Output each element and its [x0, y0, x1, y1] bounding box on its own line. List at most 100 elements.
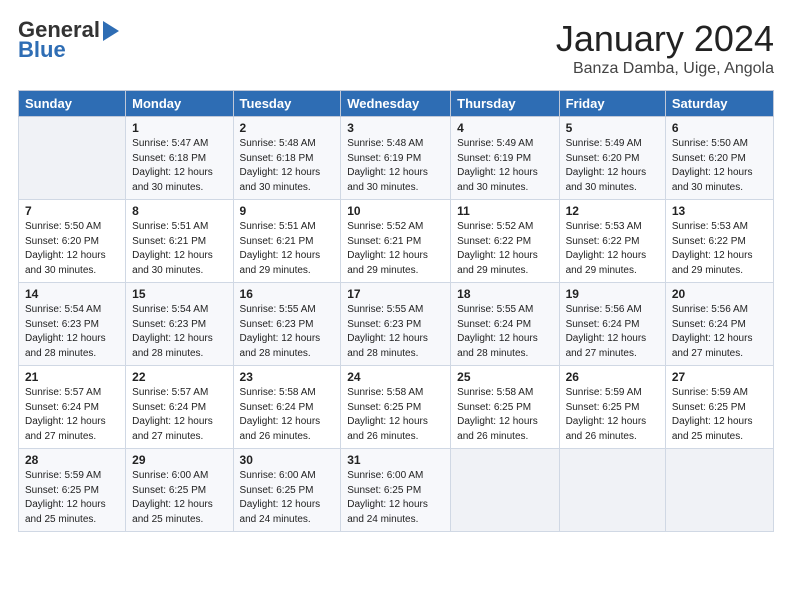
calendar-cell: 17 Sunrise: 5:55 AM Sunset: 6:23 PM Dayli…: [341, 283, 451, 366]
day-info: Sunrise: 5:49 AM Sunset: 6:19 PM Dayligh…: [457, 137, 552, 195]
logo-blue: Blue: [18, 38, 66, 62]
calendar-cell: 18 Sunrise: 5:55 AM Sunset: 6:24 PM Dayli…: [451, 283, 559, 366]
day-info: Sunrise: 5:51 AM Sunset: 6:21 PM Dayligh…: [240, 220, 335, 278]
day-info: Sunrise: 5:47 AM Sunset: 6:18 PM Dayligh…: [132, 137, 226, 195]
day-number: 13: [672, 204, 767, 218]
calendar-cell: 29 Sunrise: 6:00 AM Sunset: 6:25 PM Dayli…: [126, 449, 233, 532]
calendar-week-5: 28 Sunrise: 5:59 AM Sunset: 6:25 PM Dayli…: [19, 449, 774, 532]
calendar-cell: 6 Sunrise: 5:50 AM Sunset: 6:20 PM Daylig…: [665, 117, 773, 200]
calendar-cell: 23 Sunrise: 5:58 AM Sunset: 6:24 PM Dayli…: [233, 366, 341, 449]
day-number: 28: [25, 453, 119, 467]
calendar-cell: [19, 117, 126, 200]
day-info: Sunrise: 5:52 AM Sunset: 6:22 PM Dayligh…: [457, 220, 552, 278]
day-info: Sunrise: 5:50 AM Sunset: 6:20 PM Dayligh…: [25, 220, 119, 278]
col-sunday: Sunday: [19, 91, 126, 117]
calendar-cell: 13 Sunrise: 5:53 AM Sunset: 6:22 PM Dayli…: [665, 200, 773, 283]
day-number: 12: [566, 204, 659, 218]
day-info: Sunrise: 5:56 AM Sunset: 6:24 PM Dayligh…: [566, 303, 659, 361]
day-number: 27: [672, 370, 767, 384]
day-number: 22: [132, 370, 226, 384]
day-number: 5: [566, 121, 659, 135]
col-monday: Monday: [126, 91, 233, 117]
day-info: Sunrise: 6:00 AM Sunset: 6:25 PM Dayligh…: [240, 469, 335, 527]
day-info: Sunrise: 5:55 AM Sunset: 6:23 PM Dayligh…: [347, 303, 444, 361]
col-saturday: Saturday: [665, 91, 773, 117]
day-info: Sunrise: 5:53 AM Sunset: 6:22 PM Dayligh…: [672, 220, 767, 278]
calendar-cell: 24Sunrise: 5:58 AM Sunset: 6:25 PM Dayli…: [341, 366, 451, 449]
col-friday: Friday: [559, 91, 665, 117]
day-number: 29: [132, 453, 226, 467]
day-info: Sunrise: 5:54 AM Sunset: 6:23 PM Dayligh…: [25, 303, 119, 361]
calendar-cell: 8 Sunrise: 5:51 AM Sunset: 6:21 PM Daylig…: [126, 200, 233, 283]
col-thursday: Thursday: [451, 91, 559, 117]
calendar-cell: 22 Sunrise: 5:57 AM Sunset: 6:24 PM Dayli…: [126, 366, 233, 449]
day-number: 19: [566, 287, 659, 301]
day-number: 11: [457, 204, 552, 218]
logo: General Blue: [18, 18, 119, 62]
day-info: Sunrise: 5:48 AM Sunset: 6:19 PM Dayligh…: [347, 137, 444, 195]
calendar-cell: 9 Sunrise: 5:51 AM Sunset: 6:21 PM Daylig…: [233, 200, 341, 283]
calendar-cell: 26Sunrise: 5:59 AM Sunset: 6:25 PM Dayli…: [559, 366, 665, 449]
day-number: 15: [132, 287, 226, 301]
calendar-table: Sunday Monday Tuesday Wednesday Thursday…: [18, 90, 774, 532]
calendar-week-3: 14 Sunrise: 5:54 AM Sunset: 6:23 PM Dayli…: [19, 283, 774, 366]
col-tuesday: Tuesday: [233, 91, 341, 117]
day-info: Sunrise: 5:59 AM Sunset: 6:25 PM Dayligh…: [672, 386, 767, 444]
day-number: 1: [132, 121, 226, 135]
day-info: Sunrise: 5:49 AM Sunset: 6:20 PM Dayligh…: [566, 137, 659, 195]
calendar-cell: [559, 449, 665, 532]
day-number: 18: [457, 287, 552, 301]
location-title: Banza Damba, Uige, Angola: [556, 60, 774, 78]
calendar-cell: 16Sunrise: 5:55 AM Sunset: 6:23 PM Dayli…: [233, 283, 341, 366]
day-info: Sunrise: 5:59 AM Sunset: 6:25 PM Dayligh…: [25, 469, 119, 527]
calendar-cell: 1 Sunrise: 5:47 AM Sunset: 6:18 PM Daylig…: [126, 117, 233, 200]
day-number: 16: [240, 287, 335, 301]
calendar-week-4: 21Sunrise: 5:57 AM Sunset: 6:24 PM Dayli…: [19, 366, 774, 449]
day-number: 30: [240, 453, 335, 467]
day-info: Sunrise: 5:57 AM Sunset: 6:24 PM Dayligh…: [132, 386, 226, 444]
day-info: Sunrise: 5:58 AM Sunset: 6:24 PM Dayligh…: [240, 386, 335, 444]
month-title: January 2024: [556, 18, 774, 60]
day-number: 23: [240, 370, 335, 384]
calendar-cell: 28 Sunrise: 5:59 AM Sunset: 6:25 PM Dayli…: [19, 449, 126, 532]
calendar-cell: 25 Sunrise: 5:58 AM Sunset: 6:25 PM Dayli…: [451, 366, 559, 449]
day-number: 8: [132, 204, 226, 218]
col-wednesday: Wednesday: [341, 91, 451, 117]
calendar-cell: 7 Sunrise: 5:50 AM Sunset: 6:20 PM Daylig…: [19, 200, 126, 283]
day-number: 17: [347, 287, 444, 301]
calendar-cell: 31Sunrise: 6:00 AM Sunset: 6:25 PM Dayli…: [341, 449, 451, 532]
header: General Blue January 2024 Banza Damba, U…: [18, 18, 774, 78]
calendar-cell: 21Sunrise: 5:57 AM Sunset: 6:24 PM Dayli…: [19, 366, 126, 449]
calendar-cell: 10 Sunrise: 5:52 AM Sunset: 6:21 PM Dayli…: [341, 200, 451, 283]
calendar-cell: 14 Sunrise: 5:54 AM Sunset: 6:23 PM Dayli…: [19, 283, 126, 366]
day-number: 14: [25, 287, 119, 301]
calendar-week-2: 7 Sunrise: 5:50 AM Sunset: 6:20 PM Daylig…: [19, 200, 774, 283]
calendar-week-1: 1 Sunrise: 5:47 AM Sunset: 6:18 PM Daylig…: [19, 117, 774, 200]
day-number: 26: [566, 370, 659, 384]
day-number: 10: [347, 204, 444, 218]
title-block: January 2024 Banza Damba, Uige, Angola: [556, 18, 774, 78]
day-info: Sunrise: 5:52 AM Sunset: 6:21 PM Dayligh…: [347, 220, 444, 278]
day-info: Sunrise: 5:58 AM Sunset: 6:25 PM Dayligh…: [457, 386, 552, 444]
day-info: Sunrise: 5:53 AM Sunset: 6:22 PM Dayligh…: [566, 220, 659, 278]
calendar-cell: [451, 449, 559, 532]
day-info: Sunrise: 5:50 AM Sunset: 6:20 PM Dayligh…: [672, 137, 767, 195]
logo-arrow-icon: [103, 21, 119, 41]
day-number: 25: [457, 370, 552, 384]
day-info: Sunrise: 5:57 AM Sunset: 6:24 PM Dayligh…: [25, 386, 119, 444]
day-info: Sunrise: 5:51 AM Sunset: 6:21 PM Dayligh…: [132, 220, 226, 278]
day-number: 7: [25, 204, 119, 218]
calendar-cell: 20Sunrise: 5:56 AM Sunset: 6:24 PM Dayli…: [665, 283, 773, 366]
day-info: Sunrise: 5:48 AM Sunset: 6:18 PM Dayligh…: [240, 137, 335, 195]
day-number: 2: [240, 121, 335, 135]
day-info: Sunrise: 5:55 AM Sunset: 6:24 PM Dayligh…: [457, 303, 552, 361]
calendar-cell: 12 Sunrise: 5:53 AM Sunset: 6:22 PM Dayli…: [559, 200, 665, 283]
calendar-cell: [665, 449, 773, 532]
calendar-cell: 15Sunrise: 5:54 AM Sunset: 6:23 PM Dayli…: [126, 283, 233, 366]
header-row: Sunday Monday Tuesday Wednesday Thursday…: [19, 91, 774, 117]
day-number: 4: [457, 121, 552, 135]
day-number: 9: [240, 204, 335, 218]
day-info: Sunrise: 6:00 AM Sunset: 6:25 PM Dayligh…: [132, 469, 226, 527]
day-number: 6: [672, 121, 767, 135]
calendar-cell: 3Sunrise: 5:48 AM Sunset: 6:19 PM Daylig…: [341, 117, 451, 200]
